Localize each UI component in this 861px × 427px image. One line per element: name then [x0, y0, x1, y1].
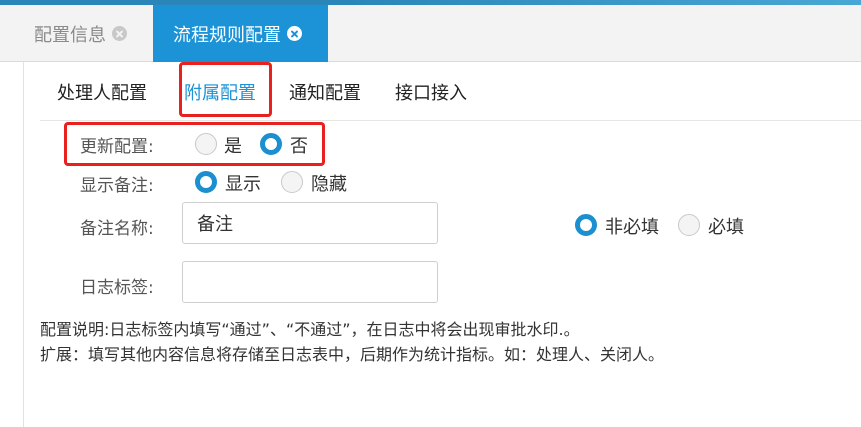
show-note-hide-label[interactable]: 隐藏 — [311, 170, 347, 196]
show-note-label: 显示备注: — [80, 176, 154, 196]
update-config-no-radio[interactable] — [260, 133, 282, 155]
note-name-input[interactable] — [182, 202, 438, 244]
config-description-text: 配置说明:日志标签内填写“通过”、“不通过”，在日志中将会出现审批水印.。 — [40, 320, 580, 339]
show-note-hide-radio[interactable] — [281, 171, 303, 193]
highlight-box-subtab — [179, 62, 272, 117]
note-required-label[interactable]: 必填 — [708, 213, 744, 239]
note-optional-radio[interactable] — [575, 214, 597, 236]
content-left-border — [23, 62, 24, 427]
log-tag-input[interactable] — [182, 261, 438, 303]
tab-flow-rule-config-label: 流程规则配置 — [173, 24, 281, 46]
note-name-label: 备注名称: — [80, 219, 154, 239]
subtab-bar: 处理人配置 附属配置 通知配置 接口接入 — [40, 62, 861, 121]
tab-config-info-label: 配置信息 — [34, 24, 106, 46]
close-icon[interactable] — [287, 26, 302, 41]
log-tag-label: 日志标签: — [80, 278, 154, 298]
show-note-show-label[interactable]: 显示 — [225, 170, 261, 196]
note-required-radio[interactable] — [678, 214, 700, 236]
close-icon[interactable] — [112, 26, 127, 41]
subtab-interface-access[interactable]: 接口接入 — [395, 79, 467, 105]
top-tab-bar: 配置信息 流程规则配置 — [0, 0, 861, 62]
show-note-show-radio[interactable] — [195, 171, 217, 193]
update-config-label: 更新配置: — [80, 137, 154, 157]
note-optional-label[interactable]: 非必填 — [605, 213, 659, 239]
tab-flow-rule-config[interactable]: 流程规则配置 — [153, 5, 328, 62]
update-config-yes-radio[interactable] — [195, 133, 217, 155]
subtab-notify-config[interactable]: 通知配置 — [289, 79, 361, 105]
update-config-yes-label[interactable]: 是 — [224, 132, 242, 158]
subtab-handler-config[interactable]: 处理人配置 — [57, 79, 147, 105]
tab-config-info[interactable]: 配置信息 — [16, 5, 154, 62]
update-config-no-label[interactable]: 否 — [290, 132, 308, 158]
extension-description-text: 扩展：填写其他内容信息将存储至日志表中，后期作为统计指标。如：处理人、关闭人。 — [40, 345, 665, 364]
